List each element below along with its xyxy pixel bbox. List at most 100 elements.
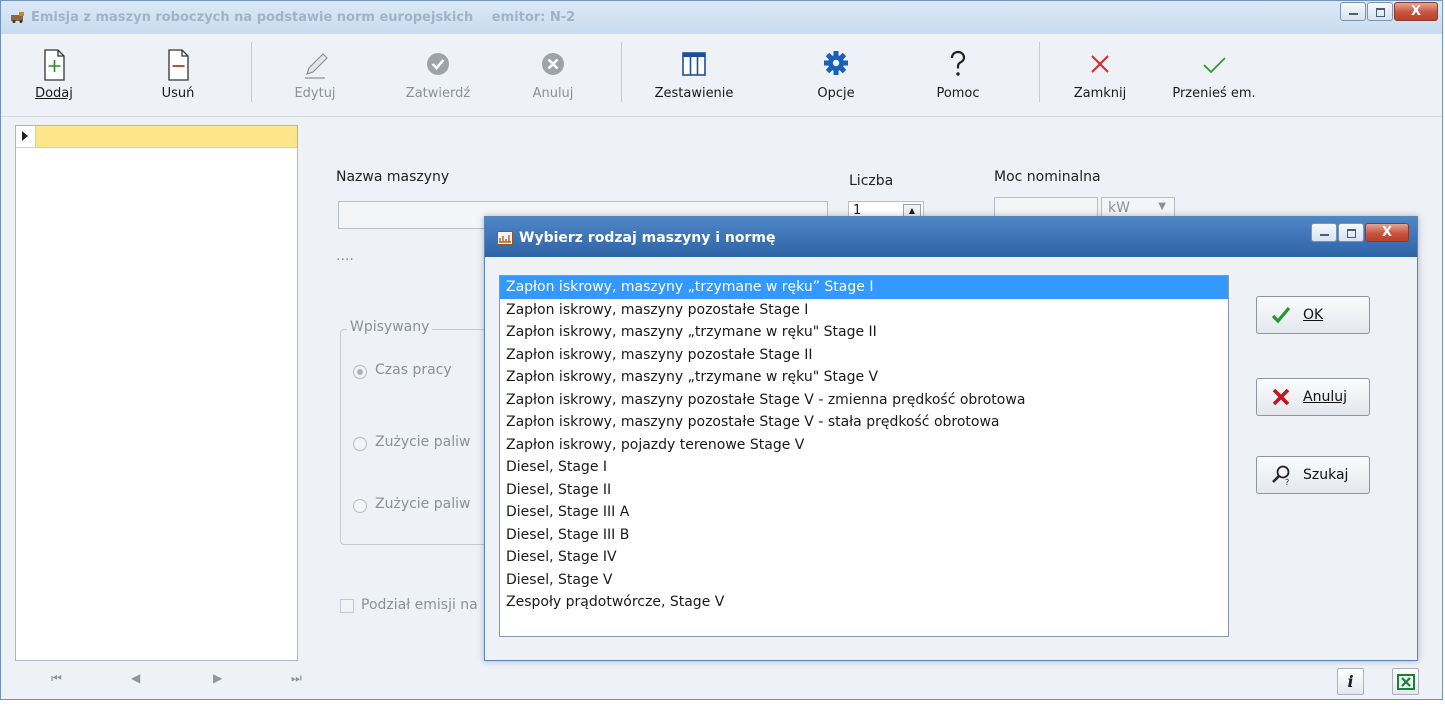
prev-record-button[interactable]: ◀ (131, 671, 140, 685)
question-mark-icon (950, 50, 966, 76)
close-button[interactable]: Zamknij (1067, 34, 1133, 114)
remove-button[interactable]: Usuń (151, 34, 205, 114)
maximize-button[interactable] (1367, 2, 1393, 21)
machine-name-label: Nazwa maszyny (336, 169, 450, 185)
red-x-icon (1272, 388, 1290, 406)
edit-button-label: Edytuj (294, 86, 336, 101)
toolbar: Dodaj Usuń Edytuj Zatwierdź Anuluj Zesta… (1, 34, 1442, 117)
close-window-button[interactable]: X (1394, 2, 1438, 21)
checkmark-icon (1203, 57, 1226, 74)
fuel-consumption-label-1: Zużycie paliw (375, 434, 471, 450)
list-item[interactable]: Diesel, Stage V (500, 569, 1228, 592)
green-check-icon (1271, 306, 1291, 324)
list-item[interactable]: Zapłon iskrowy, pojazdy terenowe Stage V (500, 434, 1228, 457)
split-emission-checkbox[interactable] (340, 599, 354, 613)
count-label: Liczba (849, 173, 894, 189)
info-icon: i (1347, 672, 1354, 691)
toolbar-separator (621, 42, 622, 102)
check-circle-icon (427, 53, 449, 75)
first-record-button[interactable]: ⏮ (51, 671, 62, 686)
window-title: Emisja z maszyn roboczych na podstawie n… (31, 10, 575, 25)
list-item[interactable]: Zapłon iskrowy, maszyny pozostałe Stage … (500, 389, 1228, 412)
dialog-maximize-button[interactable] (1338, 223, 1364, 242)
edit-button[interactable]: Edytuj (285, 34, 345, 114)
list-item[interactable]: Diesel, Stage III A (500, 501, 1228, 524)
transfer-emission-button[interactable]: Przenieś em. (1161, 34, 1267, 114)
emitter-label: emitor: N-2 (491, 10, 576, 25)
search-button[interactable]: ? Szukaj (1256, 456, 1370, 494)
grid-current-row[interactable] (16, 126, 297, 148)
work-time-radio[interactable] (353, 365, 367, 379)
transfer-emission-label: Przenieś em. (1172, 86, 1256, 101)
records-grid[interactable] (15, 125, 298, 661)
info-button[interactable]: i (1337, 668, 1364, 695)
excel-export-button[interactable] (1392, 668, 1419, 695)
list-item[interactable]: Diesel, Stage II (500, 479, 1228, 502)
last-record-button[interactable]: ⏭ (291, 671, 302, 686)
list-item[interactable]: Zapłon iskrowy, maszyny pozostałe Stage … (500, 299, 1228, 322)
split-emission-label: Podział emisji na (361, 597, 478, 613)
window-title-text: Emisja z maszyn roboczych na podstawie n… (31, 10, 474, 25)
list-item[interactable]: Diesel, Stage IV (500, 546, 1228, 569)
dialog-title: Wybierz rodzaj maszyny i normę (519, 230, 776, 246)
pencil-icon (305, 53, 328, 79)
search-button-label: Szukaj (1303, 467, 1349, 483)
chevron-down-icon: ▼ (1158, 201, 1166, 212)
svg-text:?: ? (1285, 478, 1289, 486)
search-magnifier-icon: ? (1272, 465, 1290, 486)
list-item[interactable]: Zespoły prądotwórcze, Stage V (500, 591, 1228, 614)
help-button-label: Pomoc (936, 86, 980, 101)
list-item[interactable]: Diesel, Stage I (500, 456, 1228, 479)
cancel-button-label: Anuluj (1303, 389, 1347, 405)
power-label: Moc nominalna (994, 169, 1101, 185)
main-titlebar[interactable]: Emisja z maszyn roboczych na podstawie n… (1, 1, 1442, 34)
dialog-minimize-button[interactable] (1311, 223, 1337, 242)
cancel-circle-icon (542, 53, 564, 75)
machine-name-hint: .... (336, 248, 354, 264)
confirm-button[interactable]: Zatwierdź (398, 34, 478, 114)
summary-button-label: Zestawienie (654, 86, 734, 101)
list-item[interactable]: Zapłon iskrowy, maszyny pozostałe Stage … (500, 411, 1228, 434)
close-button-label: Zamknij (1073, 86, 1127, 101)
machine-type-dialog: Wybierz rodzaj maszyny i normę X Zapłon … (484, 216, 1418, 661)
list-item[interactable]: Diesel, Stage III B (500, 524, 1228, 547)
minimize-button[interactable] (1340, 2, 1366, 21)
table-columns-icon (682, 52, 706, 76)
excel-icon (1396, 673, 1415, 690)
options-button-label: Opcje (817, 86, 855, 101)
row-indicator-icon (16, 126, 36, 147)
add-document-icon (44, 49, 65, 81)
list-item[interactable]: Zapłon iskrowy, maszyny „trzymane w ręku… (500, 321, 1228, 344)
ok-button-label: OK (1303, 307, 1324, 323)
add-button-label: Dodaj (35, 86, 73, 101)
entry-mode-title: Wpisywany (347, 319, 433, 335)
ok-button[interactable]: OK (1256, 296, 1370, 334)
remove-button-label: Usuń (161, 86, 195, 101)
list-item[interactable]: Zapłon iskrowy, maszyny „trzymane w ręku… (500, 276, 1228, 299)
toolbar-separator (251, 42, 252, 102)
power-unit-value: kW (1108, 200, 1130, 216)
cancel-button[interactable]: Anuluj (1256, 378, 1370, 416)
fuel-consumption-radio-2[interactable] (353, 499, 367, 513)
fuel-consumption-label-2: Zużycie paliw (375, 496, 471, 512)
dialog-close-button[interactable]: X (1365, 223, 1409, 242)
list-item[interactable]: Zapłon iskrowy, maszyny pozostałe Stage … (500, 344, 1228, 367)
fuel-consumption-radio-1[interactable] (353, 437, 367, 451)
work-time-label: Czas pracy (375, 362, 452, 378)
summary-button[interactable]: Zestawienie (646, 34, 742, 114)
cancel-edit-button-label: Anuluj (532, 86, 574, 101)
options-button[interactable]: Opcje (809, 34, 863, 114)
list-item[interactable]: Zapłon iskrowy, maszyny „trzymane w ręku… (500, 366, 1228, 389)
next-record-button[interactable]: ▶ (213, 671, 222, 685)
record-navigator: ⏮ ◀ ▶ ⏭ (15, 665, 355, 691)
gear-icon (824, 51, 848, 75)
add-button[interactable]: Dodaj (27, 34, 81, 114)
dialog-app-icon (497, 231, 513, 245)
grid-current-cell[interactable] (36, 126, 297, 147)
dialog-titlebar[interactable]: Wybierz rodzaj maszyny i normę X (485, 217, 1417, 257)
toolbar-separator (1039, 42, 1040, 102)
remove-document-icon (168, 49, 189, 81)
machine-type-list[interactable]: Zapłon iskrowy, maszyny „trzymane w ręku… (499, 275, 1229, 637)
help-button[interactable]: Pomoc (925, 34, 991, 114)
cancel-edit-button[interactable]: Anuluj (523, 34, 583, 114)
